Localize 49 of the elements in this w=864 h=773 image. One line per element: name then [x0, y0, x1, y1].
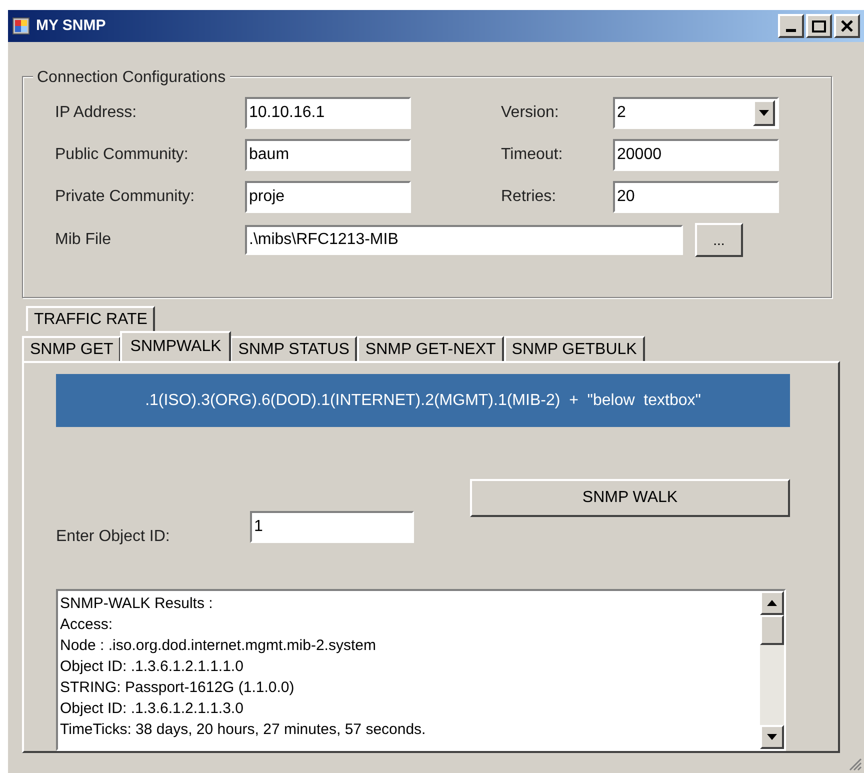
- result-line: Object ID: .1.3.6.1.2.1.1.1.0: [60, 657, 244, 677]
- results-box[interactable]: [56, 589, 786, 751]
- tab[interactable]: SNMP STATUS: [230, 336, 358, 361]
- result-line: SNMP-WALK Results :: [60, 594, 214, 614]
- scroll-up-button[interactable]: [760, 591, 784, 615]
- scroll-thumb[interactable]: [760, 615, 784, 645]
- tab[interactable]: TRAFFIC RATE: [26, 306, 156, 331]
- input-field[interactable]: 20: [613, 181, 779, 213]
- input-field[interactable]: .\mibs\RFC1213-MIB: [245, 225, 683, 255]
- close-button[interactable]: [834, 14, 860, 38]
- snmp-walk-button[interactable]: SNMP WALK: [470, 479, 790, 517]
- tab[interactable]: SNMP GETBULK: [504, 336, 645, 361]
- result-line: Object ID: .1.3.6.1.2.1.1.3.0: [60, 699, 244, 719]
- minimize-button[interactable]: [778, 14, 804, 38]
- input-field[interactable]: proje: [245, 181, 411, 213]
- version-dropdown[interactable]: 2: [613, 97, 779, 129]
- input-field[interactable]: 20000: [613, 139, 779, 171]
- result-line: Access:: [60, 615, 114, 635]
- resize-grip-icon: [848, 757, 862, 771]
- object-id-field[interactable]: 1: [250, 511, 414, 543]
- scroll-down-button[interactable]: [760, 725, 784, 749]
- oid-banner: .1(ISO).3(ORG).6(DOD).1(INTERNET).2(MGMT).1(MIB-2) + "below textbox": [56, 374, 790, 427]
- app-icon: [12, 17, 30, 35]
- input-field[interactable]: baum: [245, 139, 411, 171]
- dropdown-arrow-icon: [759, 110, 769, 116]
- field-label: Retries:: [501, 187, 558, 207]
- tab[interactable]: SNMPWALK: [120, 331, 232, 361]
- field-label: Version:: [501, 103, 560, 123]
- vertical-scrollbar[interactable]: [760, 591, 784, 749]
- tab[interactable]: SNMP GET: [22, 336, 122, 361]
- result-line: Node : .iso.org.dod.internet.mgmt.mib-2.system: [60, 636, 377, 656]
- maximize-icon: [812, 20, 826, 32]
- close-icon: [841, 20, 853, 32]
- tab[interactable]: SNMP GET-NEXT: [357, 336, 504, 361]
- field-label: IP Address:: [55, 103, 138, 123]
- field-label: Public Community:: [55, 145, 190, 165]
- field-label: Timeout:: [501, 145, 564, 165]
- result-line: TimeTicks: 38 days, 20 hours, 27 minutes, 57 seconds.: [60, 720, 427, 740]
- result-line: STRING: Passport-1612G (1.1.0.0): [60, 678, 296, 698]
- browse-button[interactable]: ...: [695, 223, 743, 257]
- input-field[interactable]: 10.10.16.1: [245, 97, 411, 129]
- minimize-icon: [786, 29, 796, 32]
- maximize-button[interactable]: [806, 14, 832, 38]
- field-label: Mib File: [55, 230, 112, 250]
- up-arrow-icon: [767, 600, 777, 606]
- field-label: Enter Object ID:: [56, 527, 171, 547]
- field-label: Private Community:: [55, 187, 196, 207]
- window-title: MY SNMP: [36, 16, 106, 36]
- down-arrow-icon: [767, 734, 777, 740]
